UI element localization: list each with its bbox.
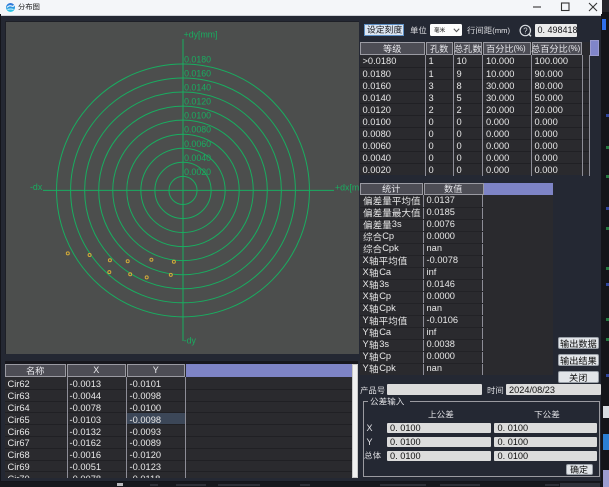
svg-text:+dy[mm]: +dy[mm] [184, 30, 218, 40]
svg-text:0.0080: 0.0080 [184, 125, 211, 135]
svg-text:0.0100: 0.0100 [184, 111, 211, 121]
svg-text:+dx[mm]: +dx[mm] [335, 183, 359, 193]
svg-text:0.0020: 0.0020 [184, 167, 211, 177]
svg-text:0.0060: 0.0060 [184, 139, 211, 149]
svg-text:-dy: -dy [184, 336, 197, 346]
svg-text:0.0180: 0.0180 [184, 55, 211, 65]
svg-text:?: ? [523, 26, 528, 35]
svg-text:0.0140: 0.0140 [184, 83, 211, 93]
svg-text:-dx: -dx [30, 182, 43, 192]
svg-text:0.0040: 0.0040 [184, 153, 211, 163]
svg-text:0.0160: 0.0160 [184, 69, 211, 79]
svg-text:0.0120: 0.0120 [184, 97, 211, 107]
